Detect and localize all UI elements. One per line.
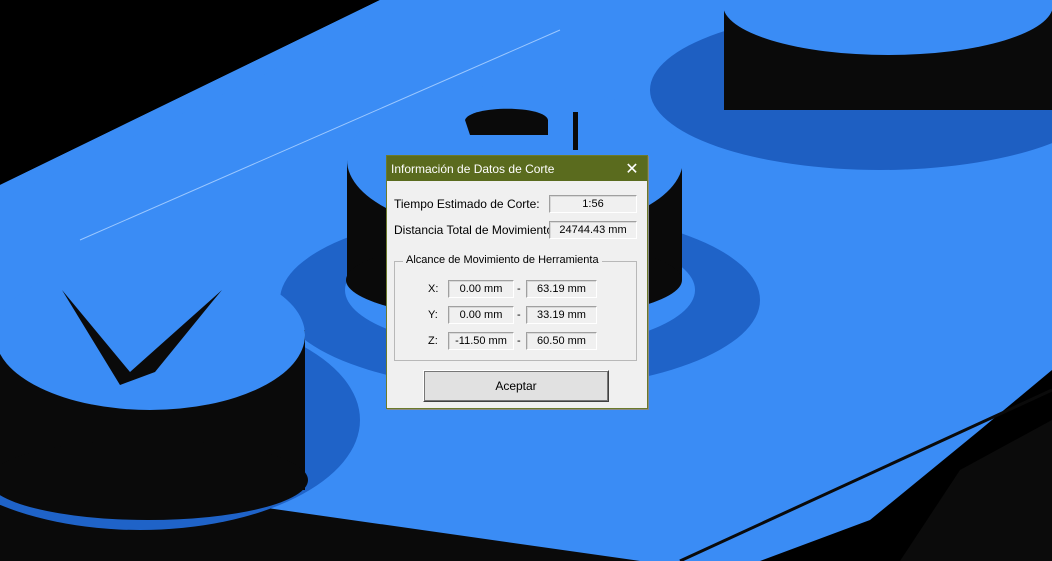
y-range-separator: - xyxy=(517,309,521,321)
x-min-field: 0.00 mm xyxy=(448,280,514,298)
tool-range-group-title: Alcance de Movimiento de Herramienta xyxy=(403,254,602,266)
z-max-field: 60.50 mm xyxy=(526,332,597,350)
x-max-field: 63.19 mm xyxy=(526,280,597,298)
cutting-data-dialog: Información de Datos de Corte ✕ Tiempo E… xyxy=(386,155,648,409)
x-axis-label: X: xyxy=(428,283,439,295)
z-min-field: -11.50 mm xyxy=(448,332,514,350)
y-max-field: 33.19 mm xyxy=(526,306,597,324)
dialog-titlebar[interactable]: Información de Datos de Corte ✕ xyxy=(387,156,647,181)
distance-label: Distancia Total de Movimiento: xyxy=(394,223,557,237)
x-range-separator: - xyxy=(517,283,521,295)
tool-range-group: Alcance de Movimiento de Herramienta X: … xyxy=(394,254,637,361)
z-range-separator: - xyxy=(517,335,521,347)
close-icon[interactable]: ✕ xyxy=(617,156,647,181)
distance-value-field: 24744.43 mm xyxy=(549,221,637,239)
dialog-title: Información de Datos de Corte xyxy=(391,161,555,176)
time-label: Tiempo Estimado de Corte: xyxy=(394,197,540,211)
z-axis-label: Z: xyxy=(428,335,438,347)
time-value-field: 1:56 xyxy=(549,195,637,213)
accept-button[interactable]: Aceptar xyxy=(423,370,609,402)
y-axis-label: Y: xyxy=(428,309,438,321)
y-min-field: 0.00 mm xyxy=(448,306,514,324)
